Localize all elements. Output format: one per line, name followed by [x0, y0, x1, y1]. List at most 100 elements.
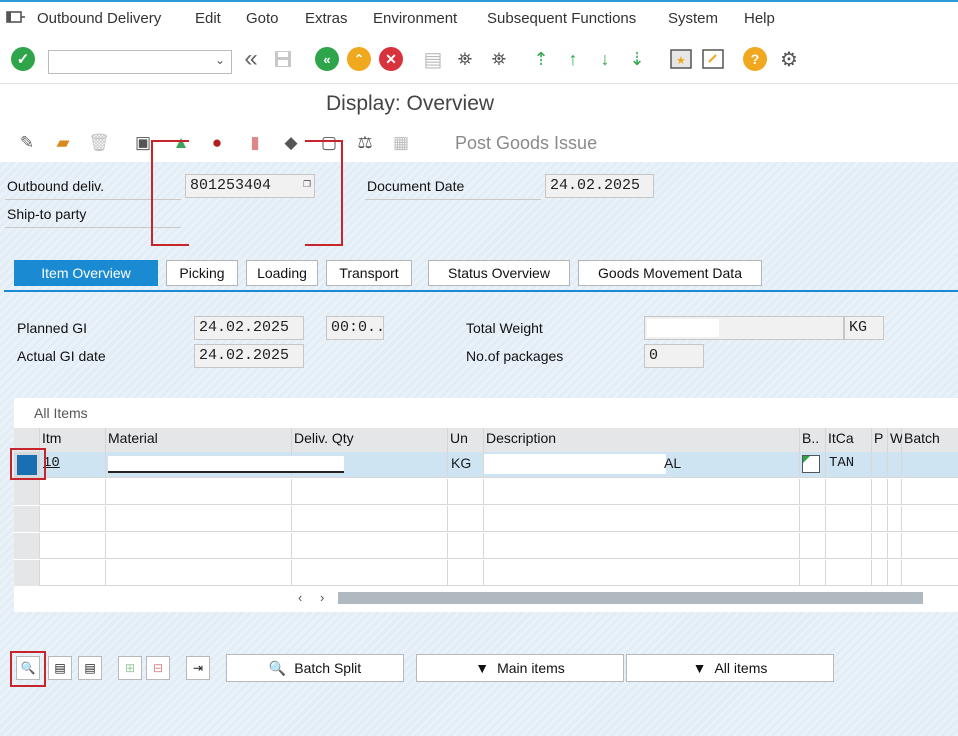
exit-button[interactable]: ⌃ [346, 46, 372, 72]
column-header-p[interactable]: P [872, 428, 888, 452]
table-row[interactable] [14, 506, 958, 532]
tab-transport[interactable]: Transport [326, 260, 412, 286]
row-selector[interactable] [14, 479, 40, 505]
weight-unit-field[interactable]: KG [844, 316, 884, 340]
column-header-material[interactable]: Material [106, 428, 292, 452]
column-header-itca[interactable]: ItCa [826, 428, 872, 452]
table-cell[interactable] [40, 506, 106, 532]
table-cell[interactable] [448, 560, 484, 586]
table-cell[interactable] [448, 479, 484, 505]
tab-picking[interactable]: Picking [166, 260, 238, 286]
menu-subsequent-functions[interactable]: Subsequent Functions [487, 10, 636, 27]
find-icon[interactable]: ⛯ [452, 46, 478, 72]
back-history-icon[interactable]: « [238, 45, 264, 72]
menu-icon[interactable] [6, 9, 26, 29]
table-cell[interactable] [40, 479, 106, 505]
table-cell[interactable] [40, 560, 106, 586]
table-cell[interactable] [800, 560, 826, 586]
table-cell[interactable] [872, 479, 888, 505]
previous-page-icon[interactable]: ↑ [560, 46, 586, 72]
scroll-right-icon[interactable]: › [320, 590, 324, 605]
table-row[interactable] [14, 479, 958, 505]
row-selector[interactable] [14, 560, 40, 586]
print-icon[interactable]: ▤ [420, 46, 446, 72]
table-cell[interactable] [826, 560, 872, 586]
first-page-icon[interactable]: ⇡ [528, 46, 554, 72]
table-row[interactable] [14, 533, 958, 559]
enter-button[interactable]: ✓ [10, 46, 36, 72]
table-cell[interactable] [448, 506, 484, 532]
table-cell[interactable] [888, 479, 902, 505]
table-cell[interactable] [292, 533, 448, 559]
table-cell[interactable] [292, 479, 448, 505]
table-cell[interactable] [106, 533, 292, 559]
sort-button[interactable]: ⇥ [186, 656, 210, 680]
post-goods-issue-button[interactable]: Post Goods Issue [455, 133, 597, 154]
table-cell[interactable] [800, 506, 826, 532]
deliv-qty-cell[interactable] [292, 452, 448, 478]
menu-goto[interactable]: Goto [246, 10, 279, 27]
select-all-button[interactable]: ▤ [48, 656, 72, 680]
menu-system[interactable]: System [668, 10, 718, 27]
batch-split-button[interactable]: 🔍 Batch Split [226, 654, 404, 682]
create-session-icon[interactable]: ★ [668, 46, 694, 72]
table-cell[interactable] [888, 560, 902, 586]
next-page-icon[interactable]: ↓ [592, 46, 618, 72]
table-cell[interactable] [106, 506, 292, 532]
table-cell[interactable] [826, 506, 872, 532]
table-cell[interactable] [484, 560, 800, 586]
total-weight-field[interactable] [644, 316, 844, 340]
table-cell[interactable] [888, 506, 902, 532]
other-delivery-icon[interactable]: ▰ [52, 132, 74, 154]
table-cell[interactable] [484, 506, 800, 532]
packages-field[interactable]: 0 [644, 344, 704, 368]
planned-gi-time-field[interactable]: 00:0... [326, 316, 384, 340]
table-cell[interactable] [888, 533, 902, 559]
p-cell[interactable] [872, 452, 888, 478]
table-cell[interactable] [106, 560, 292, 586]
help-button[interactable]: ? [742, 46, 768, 72]
settings-gear-icon[interactable]: ⚙ [776, 46, 802, 72]
column-header-w[interactable]: W [888, 428, 903, 452]
table-cell[interactable] [484, 533, 800, 559]
calculator-icon[interactable]: ▦ [390, 132, 412, 154]
planned-gi-field[interactable]: 24.02.2025 [194, 316, 304, 340]
delete-row-button[interactable]: ⊟ [146, 656, 170, 680]
cancel-button[interactable]: ✕ [378, 46, 404, 72]
command-field[interactable]: ⌄ [48, 50, 232, 74]
tab-item-overview[interactable]: Item Overview [14, 260, 158, 286]
itca-cell[interactable]: TAN [826, 452, 872, 478]
table-cell[interactable] [826, 479, 872, 505]
batch-split-indicator[interactable] [800, 452, 826, 478]
shortcut-icon[interactable] [700, 46, 726, 72]
table-cell[interactable] [872, 533, 888, 559]
unit-cell[interactable]: KG [448, 452, 484, 478]
row-selector[interactable] [14, 506, 40, 532]
row-selector[interactable] [14, 533, 40, 559]
display-change-icon[interactable]: ✎ [16, 132, 38, 154]
table-cell[interactable] [800, 533, 826, 559]
w-cell[interactable] [888, 452, 902, 478]
menu-extras[interactable]: Extras [305, 10, 348, 27]
column-header-itm[interactable]: Itm [40, 428, 106, 452]
scroll-left-icon[interactable]: ‹ [298, 590, 302, 605]
table-cell[interactable] [484, 479, 800, 505]
table-cell[interactable] [292, 506, 448, 532]
item-number[interactable]: 10 [40, 452, 106, 478]
menu-edit[interactable]: Edit [195, 10, 221, 27]
tab-loading[interactable]: Loading [246, 260, 318, 286]
column-header-b[interactable]: B.. [800, 428, 826, 452]
material-cell[interactable] [106, 452, 344, 478]
table-cell[interactable] [872, 560, 888, 586]
table-cell[interactable] [292, 560, 448, 586]
table-cell[interactable] [40, 533, 106, 559]
tab-status-overview[interactable]: Status Overview [428, 260, 570, 286]
main-items-button[interactable]: ▼ Main items [416, 654, 624, 682]
description-cell[interactable]: AL [484, 452, 800, 478]
document-date-field[interactable]: 24.02.2025 [545, 174, 654, 198]
column-header-un[interactable]: Un [448, 428, 484, 452]
horizontal-scrollbar-thumb[interactable] [338, 592, 923, 604]
table-cell[interactable] [826, 533, 872, 559]
deselect-all-button[interactable]: ▤ [78, 656, 102, 680]
tab-goods-movement-data[interactable]: Goods Movement Data [578, 260, 762, 286]
